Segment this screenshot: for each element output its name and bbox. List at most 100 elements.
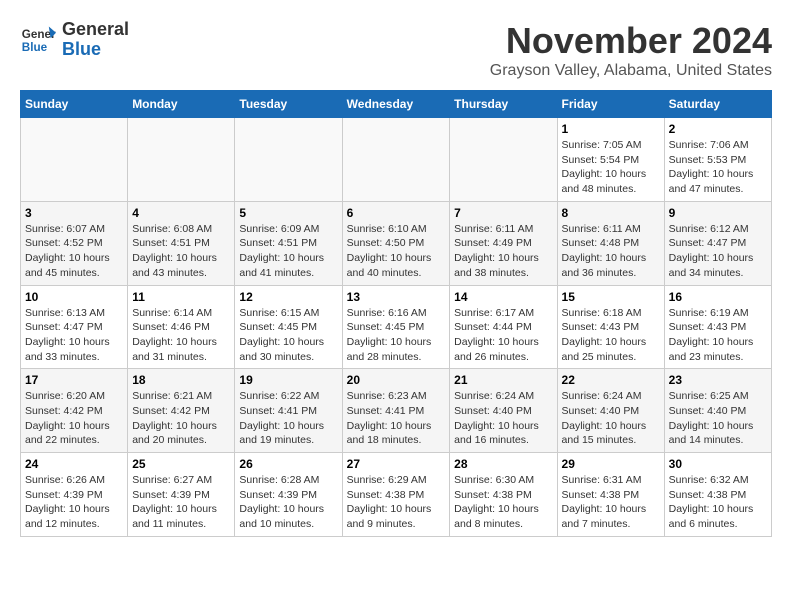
day-number: 4 xyxy=(132,206,230,220)
day-number: 21 xyxy=(454,373,552,387)
day-number: 30 xyxy=(669,457,767,471)
day-number: 14 xyxy=(454,290,552,304)
day-info: Sunrise: 6:20 AM Sunset: 4:42 PM Dayligh… xyxy=(25,389,123,448)
calendar-week-row: 24 Sunrise: 6:26 AM Sunset: 4:39 PM Dayli… xyxy=(21,453,772,537)
day-info: Sunrise: 6:22 AM Sunset: 4:41 PM Dayligh… xyxy=(239,389,337,448)
day-info: Sunrise: 6:11 AM Sunset: 4:49 PM Dayligh… xyxy=(454,222,552,281)
day-info: Sunrise: 6:31 AM Sunset: 4:38 PM Dayligh… xyxy=(562,473,660,532)
day-number: 16 xyxy=(669,290,767,304)
calendar-cell: 14 Sunrise: 6:17 AM Sunset: 4:44 PM Dayli… xyxy=(450,285,557,369)
calendar-cell: 20 Sunrise: 6:23 AM Sunset: 4:41 PM Dayli… xyxy=(342,369,450,453)
calendar-cell: 8 Sunrise: 6:11 AM Sunset: 4:48 PM Daylig… xyxy=(557,201,664,285)
day-info: Sunrise: 6:07 AM Sunset: 4:52 PM Dayligh… xyxy=(25,222,123,281)
day-number: 10 xyxy=(25,290,123,304)
calendar-table: SundayMondayTuesdayWednesdayThursdayFrid… xyxy=(20,90,772,537)
day-number: 11 xyxy=(132,290,230,304)
day-info: Sunrise: 7:05 AM Sunset: 5:54 PM Dayligh… xyxy=(562,138,660,197)
day-info: Sunrise: 6:11 AM Sunset: 4:48 PM Dayligh… xyxy=(562,222,660,281)
calendar-cell: 2 Sunrise: 7:06 AM Sunset: 5:53 PM Daylig… xyxy=(664,118,771,202)
day-number: 24 xyxy=(25,457,123,471)
day-number: 17 xyxy=(25,373,123,387)
calendar-cell: 12Sunrise: 6:15 AM Sunset: 4:45 PM Dayli… xyxy=(235,285,342,369)
calendar-cell: 19 Sunrise: 6:22 AM Sunset: 4:41 PM Dayli… xyxy=(235,369,342,453)
calendar-cell: 24 Sunrise: 6:26 AM Sunset: 4:39 PM Dayli… xyxy=(21,453,128,537)
day-number: 2 xyxy=(669,122,767,136)
calendar-cell: 17 Sunrise: 6:20 AM Sunset: 4:42 PM Dayli… xyxy=(21,369,128,453)
title-block: November 2024 Grayson Valley, Alabama, U… xyxy=(490,20,772,80)
day-number: 25 xyxy=(132,457,230,471)
day-info: Sunrise: 6:10 AM Sunset: 4:50 PM Dayligh… xyxy=(347,222,446,281)
calendar-header-row: SundayMondayTuesdayWednesdayThursdayFrid… xyxy=(21,91,772,118)
logo: General Blue General Blue xyxy=(20,20,129,60)
calendar-header-wednesday: Wednesday xyxy=(342,91,450,118)
calendar-cell: 3 Sunrise: 6:07 AM Sunset: 4:52 PM Daylig… xyxy=(21,201,128,285)
calendar-week-row: 1 Sunrise: 7:05 AM Sunset: 5:54 PM Daylig… xyxy=(21,118,772,202)
day-info: Sunrise: 6:28 AM Sunset: 4:39 PM Dayligh… xyxy=(239,473,337,532)
calendar-cell: 4 Sunrise: 6:08 AM Sunset: 4:51 PM Daylig… xyxy=(128,201,235,285)
day-number: 27 xyxy=(347,457,446,471)
calendar-cell: 1 Sunrise: 7:05 AM Sunset: 5:54 PM Daylig… xyxy=(557,118,664,202)
day-info: Sunrise: 6:16 AM Sunset: 4:45 PM Dayligh… xyxy=(347,306,446,365)
calendar-cell: 25 Sunrise: 6:27 AM Sunset: 4:39 PM Dayli… xyxy=(128,453,235,537)
day-info: Sunrise: 6:23 AM Sunset: 4:41 PM Dayligh… xyxy=(347,389,446,448)
calendar-cell xyxy=(342,118,450,202)
calendar-cell: 22Sunrise: 6:24 AM Sunset: 4:40 PM Dayli… xyxy=(557,369,664,453)
day-info: Sunrise: 6:12 AM Sunset: 4:47 PM Dayligh… xyxy=(669,222,767,281)
day-info: Sunrise: 6:14 AM Sunset: 4:46 PM Dayligh… xyxy=(132,306,230,365)
day-info: Sunrise: 6:08 AM Sunset: 4:51 PM Dayligh… xyxy=(132,222,230,281)
calendar-cell: 6Sunrise: 6:10 AM Sunset: 4:50 PM Daylig… xyxy=(342,201,450,285)
day-number: 26 xyxy=(239,457,337,471)
day-info: Sunrise: 6:30 AM Sunset: 4:38 PM Dayligh… xyxy=(454,473,552,532)
calendar-cell: 5 Sunrise: 6:09 AM Sunset: 4:51 PM Daylig… xyxy=(235,201,342,285)
calendar-header-sunday: Sunday xyxy=(21,91,128,118)
day-info: Sunrise: 7:06 AM Sunset: 5:53 PM Dayligh… xyxy=(669,138,767,197)
svg-text:Blue: Blue xyxy=(22,41,48,54)
calendar-cell: 7 Sunrise: 6:11 AM Sunset: 4:49 PM Daylig… xyxy=(450,201,557,285)
day-number: 15 xyxy=(562,290,660,304)
day-number: 29 xyxy=(562,457,660,471)
day-number: 8 xyxy=(562,206,660,220)
calendar-header-saturday: Saturday xyxy=(664,91,771,118)
day-info: Sunrise: 6:09 AM Sunset: 4:51 PM Dayligh… xyxy=(239,222,337,281)
calendar-cell: 15 Sunrise: 6:18 AM Sunset: 4:43 PM Dayli… xyxy=(557,285,664,369)
calendar-cell xyxy=(21,118,128,202)
day-number: 20 xyxy=(347,373,446,387)
day-number: 13 xyxy=(347,290,446,304)
calendar-week-row: 10 Sunrise: 6:13 AM Sunset: 4:47 PM Dayli… xyxy=(21,285,772,369)
day-number: 7 xyxy=(454,206,552,220)
day-number: 28 xyxy=(454,457,552,471)
calendar-header-monday: Monday xyxy=(128,91,235,118)
calendar-header-tuesday: Tuesday xyxy=(235,91,342,118)
calendar-cell: 18Sunrise: 6:21 AM Sunset: 4:42 PM Dayli… xyxy=(128,369,235,453)
day-info: Sunrise: 6:18 AM Sunset: 4:43 PM Dayligh… xyxy=(562,306,660,365)
day-info: Sunrise: 6:24 AM Sunset: 4:40 PM Dayligh… xyxy=(454,389,552,448)
calendar-week-row: 3 Sunrise: 6:07 AM Sunset: 4:52 PM Daylig… xyxy=(21,201,772,285)
calendar-cell: 29 Sunrise: 6:31 AM Sunset: 4:38 PM Dayli… xyxy=(557,453,664,537)
calendar-week-row: 17 Sunrise: 6:20 AM Sunset: 4:42 PM Dayli… xyxy=(21,369,772,453)
day-info: Sunrise: 6:25 AM Sunset: 4:40 PM Dayligh… xyxy=(669,389,767,448)
calendar-header-thursday: Thursday xyxy=(450,91,557,118)
month-year: November 2024 xyxy=(490,20,772,62)
calendar-cell xyxy=(235,118,342,202)
calendar-cell: 23 Sunrise: 6:25 AM Sunset: 4:40 PM Dayli… xyxy=(664,369,771,453)
day-number: 3 xyxy=(25,206,123,220)
day-info: Sunrise: 6:24 AM Sunset: 4:40 PM Dayligh… xyxy=(562,389,660,448)
day-number: 23 xyxy=(669,373,767,387)
day-number: 5 xyxy=(239,206,337,220)
day-number: 1 xyxy=(562,122,660,136)
calendar-cell: 26 Sunrise: 6:28 AM Sunset: 4:39 PM Dayli… xyxy=(235,453,342,537)
day-number: 19 xyxy=(239,373,337,387)
calendar-cell: 30 Sunrise: 6:32 AM Sunset: 4:38 PM Dayli… xyxy=(664,453,771,537)
day-number: 18 xyxy=(132,373,230,387)
day-info: Sunrise: 6:13 AM Sunset: 4:47 PM Dayligh… xyxy=(25,306,123,365)
day-info: Sunrise: 6:15 AM Sunset: 4:45 PM Dayligh… xyxy=(239,306,337,365)
location: Grayson Valley, Alabama, United States xyxy=(490,62,772,80)
day-info: Sunrise: 6:26 AM Sunset: 4:39 PM Dayligh… xyxy=(25,473,123,532)
calendar-cell: 21 Sunrise: 6:24 AM Sunset: 4:40 PM Dayli… xyxy=(450,369,557,453)
day-info: Sunrise: 6:32 AM Sunset: 4:38 PM Dayligh… xyxy=(669,473,767,532)
logo-text: General Blue xyxy=(62,20,129,60)
day-info: Sunrise: 6:17 AM Sunset: 4:44 PM Dayligh… xyxy=(454,306,552,365)
day-info: Sunrise: 6:27 AM Sunset: 4:39 PM Dayligh… xyxy=(132,473,230,532)
logo-icon: General Blue xyxy=(20,22,56,58)
calendar-cell: 16Sunrise: 6:19 AM Sunset: 4:43 PM Dayli… xyxy=(664,285,771,369)
